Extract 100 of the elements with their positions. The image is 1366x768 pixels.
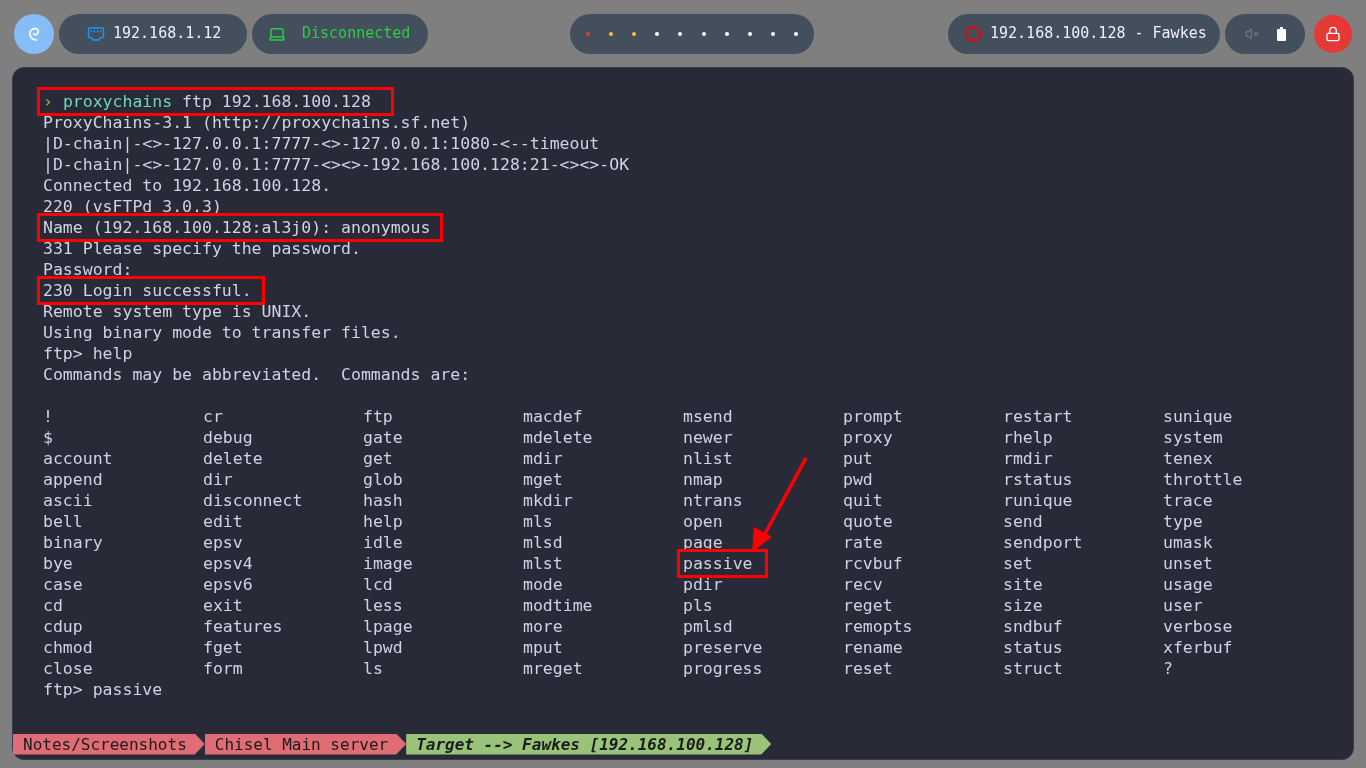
terminal-line: ftp> help <box>43 343 133 364</box>
vpn-status: Disconnected <box>302 23 411 45</box>
command-name: lpage <box>363 616 413 637</box>
command-name: mkdir <box>523 490 573 511</box>
command-name: nmap <box>683 469 723 490</box>
command-name: restart <box>1003 406 1073 427</box>
command-name: system <box>1163 427 1223 448</box>
command-name: delete <box>203 448 263 469</box>
command-name: case <box>43 574 83 595</box>
command-name: disconnect <box>203 490 303 511</box>
command-name: prompt <box>843 406 903 427</box>
command-name: xferbuf <box>1163 637 1233 658</box>
command-name: mdir <box>523 448 563 469</box>
network-pill[interactable]: 192.168.1.12 <box>59 13 247 54</box>
lock-icon <box>1325 25 1341 42</box>
command-name: quote <box>843 511 893 532</box>
terminal-line: Connected to 192.168.100.128. <box>43 175 332 196</box>
debian-logo-icon[interactable] <box>14 13 54 54</box>
command-name: macdef <box>523 406 583 427</box>
command-name: hash <box>363 490 403 511</box>
command-name: bell <box>43 511 83 532</box>
status-segment: Chisel Main server <box>204 733 407 755</box>
status-segment: Notes/Screenshots <box>13 733 205 755</box>
command-name: ntrans <box>683 490 743 511</box>
command-name: features <box>203 616 283 637</box>
command-name: chmod <box>43 637 93 658</box>
command-name: mget <box>523 469 563 490</box>
command-name: sendport <box>1003 532 1083 553</box>
command-name: site <box>1003 574 1043 595</box>
command-name: verbose <box>1163 616 1233 637</box>
ip-address: 192.168.1.12 <box>113 23 222 45</box>
command-name: pls <box>683 595 713 616</box>
battery-icon[interactable] <box>1276 26 1286 41</box>
command-name: mls <box>523 511 553 532</box>
command-name: pwd <box>843 469 873 490</box>
command-name: gate <box>363 427 403 448</box>
command-name: msend <box>683 406 733 427</box>
command-name: image <box>363 553 413 574</box>
command-name: ? <box>1163 658 1173 679</box>
lock-button[interactable] <box>1314 14 1352 53</box>
command-name: more <box>523 616 563 637</box>
command-name: binary <box>43 532 103 553</box>
command-name: runique <box>1003 490 1073 511</box>
command-name: lpwd <box>363 637 403 658</box>
command-name: sunique <box>1163 406 1233 427</box>
command-name: rcvbuf <box>843 553 903 574</box>
command-name: get <box>363 448 393 469</box>
command-name: cr <box>203 406 223 427</box>
ethernet-icon <box>87 24 105 43</box>
command-name: cd <box>43 595 63 616</box>
command-name: passive <box>677 549 768 578</box>
command-name: unset <box>1163 553 1213 574</box>
terminal-line: Commands may be abbreviated. Commands are: <box>43 364 471 385</box>
command-name: ascii <box>43 490 93 511</box>
command-name: quit <box>843 490 883 511</box>
command-name: idle <box>363 532 403 553</box>
command-name: dir <box>203 469 233 490</box>
terminal-line: ftp> passive <box>43 679 163 700</box>
command-name: rstatus <box>1003 469 1073 490</box>
command-name: epsv <box>203 532 243 553</box>
target-pill[interactable]: 192.168.100.128 - Fawkes <box>948 13 1220 54</box>
command-name: throttle <box>1163 469 1243 490</box>
command-name: user <box>1163 595 1203 616</box>
command-name: newer <box>683 427 733 448</box>
crosshair-icon <box>964 24 982 43</box>
terminal-line: |D-chain|-<>-127.0.0.1:7777-<>-127.0.0.1:1080-<--timeout <box>43 133 600 154</box>
command-name: umask <box>1163 532 1213 553</box>
command-name: progress <box>683 658 763 679</box>
command-name: usage <box>1163 574 1213 595</box>
status-segment: Target --> Fawkes [192.168.100.128] <box>406 733 772 755</box>
command-name: ftp <box>363 406 393 427</box>
command-name: put <box>843 448 873 469</box>
command-name: recv <box>843 574 883 595</box>
command-name: glob <box>363 469 403 490</box>
command-name: $ <box>43 427 53 448</box>
command-name: tenex <box>1163 448 1213 469</box>
command-name: send <box>1003 511 1043 532</box>
command-name: mput <box>523 637 563 658</box>
command-name: status <box>1003 637 1063 658</box>
command-name: exit <box>203 595 243 616</box>
command-name: reset <box>843 658 893 679</box>
command-name: rate <box>843 532 883 553</box>
command-name: type <box>1163 511 1203 532</box>
terminal-line: Using binary mode to transfer files. <box>43 322 401 343</box>
command-name: trace <box>1163 490 1213 511</box>
target-label: 192.168.100.128 - Fawkes <box>990 23 1207 45</box>
command-name: rhelp <box>1003 427 1053 448</box>
command-name: lcd <box>363 574 393 595</box>
command-name: reget <box>843 595 893 616</box>
command-name: bye <box>43 553 73 574</box>
command-name: cdup <box>43 616 83 637</box>
vpn-pill[interactable]: Disconnected <box>252 13 428 54</box>
command-name: mreget <box>523 658 583 679</box>
command-name: mdelete <box>523 427 593 448</box>
command-name: pmlsd <box>683 616 733 637</box>
command-name: ls <box>363 658 383 679</box>
command-name: rename <box>843 637 903 658</box>
command-name: mlst <box>523 553 563 574</box>
command-name: fget <box>203 637 243 658</box>
command-name: open <box>683 511 723 532</box>
